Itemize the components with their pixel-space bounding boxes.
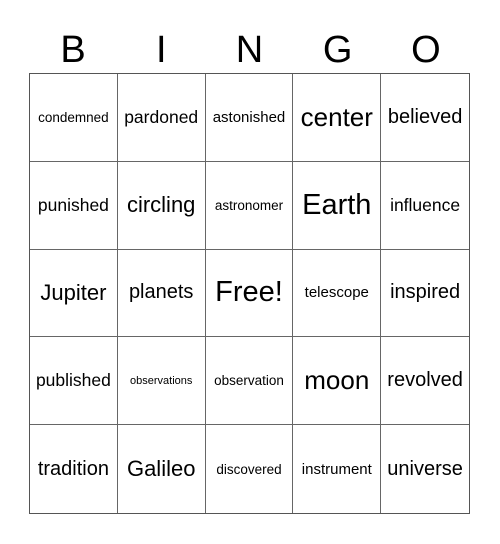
- bingo-cell[interactable]: Galileo: [118, 425, 206, 513]
- bingo-cell[interactable]: condemned: [30, 74, 118, 162]
- free-space-cell[interactable]: Free!: [205, 249, 294, 338]
- bingo-cell[interactable]: telescope: [293, 249, 382, 338]
- bingo-cell[interactable]: discovered: [206, 425, 294, 513]
- bingo-cell[interactable]: tradition: [30, 425, 118, 513]
- bingo-cell[interactable]: believed: [381, 74, 469, 162]
- bingo-header: B I N G O: [29, 28, 470, 72]
- bingo-cell[interactable]: published: [30, 337, 118, 426]
- bingo-cell[interactable]: punished: [30, 161, 118, 250]
- bingo-cell[interactable]: astonished: [205, 74, 294, 162]
- header-letter-i: I: [156, 29, 167, 71]
- header-letter-g: G: [322, 29, 353, 71]
- bingo-grid: condemned pardoned astonished center bel…: [29, 73, 470, 514]
- bingo-cell[interactable]: moon: [293, 337, 382, 426]
- bingo-cell[interactable]: observation: [205, 337, 294, 426]
- bingo-cell[interactable]: astronomer: [205, 161, 294, 250]
- bingo-cell[interactable]: center: [293, 74, 382, 162]
- bingo-cell[interactable]: Earth: [293, 161, 382, 250]
- header-letter-o: O: [411, 29, 441, 71]
- bingo-cell[interactable]: observations: [117, 337, 206, 426]
- bingo-cell[interactable]: circling: [117, 161, 206, 250]
- header-letter-n: N: [235, 29, 264, 71]
- bingo-cell[interactable]: revolved: [381, 337, 469, 426]
- bingo-cell[interactable]: planets: [117, 249, 206, 338]
- bingo-cell[interactable]: instrument: [293, 425, 382, 513]
- bingo-cell[interactable]: inspired: [381, 250, 469, 338]
- header-letter-b: B: [60, 29, 86, 71]
- bingo-cell[interactable]: influence: [381, 162, 469, 250]
- bingo-cell[interactable]: pardoned: [117, 74, 206, 162]
- bingo-cell[interactable]: universe: [381, 425, 469, 513]
- bingo-cell[interactable]: Jupiter: [30, 249, 118, 338]
